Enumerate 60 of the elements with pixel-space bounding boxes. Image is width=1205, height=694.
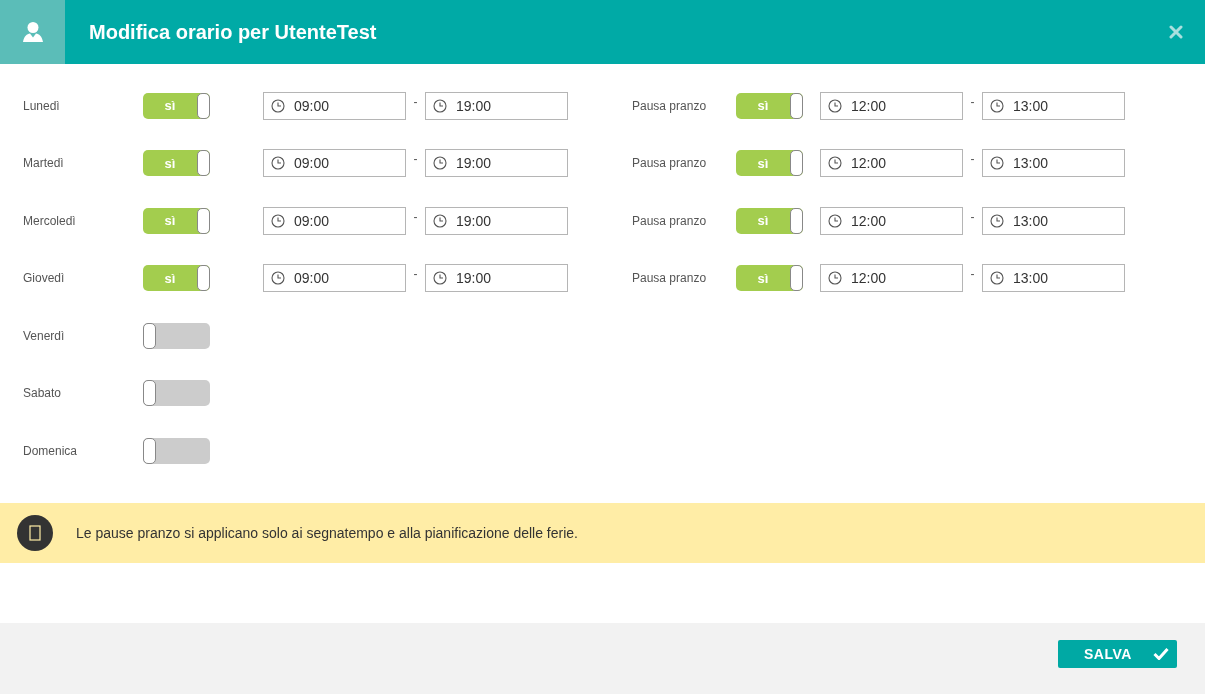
info-icon bbox=[17, 514, 53, 551]
time-field[interactable]: 13:00 bbox=[982, 149, 1125, 178]
dash-separator: - bbox=[969, 209, 976, 224]
clock-icon bbox=[271, 98, 285, 113]
dash-separator: - bbox=[412, 209, 419, 224]
lunch-break-label: Pausa pranzo bbox=[632, 213, 708, 228]
toggle-switch[interactable] bbox=[143, 437, 210, 464]
time-field[interactable]: 12:00 bbox=[820, 91, 963, 120]
dash-separator: - bbox=[969, 152, 976, 167]
toggle-switch[interactable] bbox=[143, 380, 210, 407]
time-field[interactable]: 13:00 bbox=[982, 264, 1125, 293]
clock-icon bbox=[433, 98, 447, 113]
close-icon[interactable] bbox=[1169, 25, 1183, 39]
clock-icon bbox=[433, 271, 447, 286]
clock-icon bbox=[828, 98, 842, 113]
clock-icon bbox=[828, 213, 842, 228]
clock-icon bbox=[990, 213, 1004, 228]
clock-icon bbox=[433, 213, 447, 228]
clock-icon bbox=[828, 156, 842, 171]
clock-icon bbox=[271, 156, 285, 171]
dash-separator: - bbox=[412, 152, 419, 167]
day-label: Martedì bbox=[23, 156, 65, 171]
clock-icon bbox=[433, 156, 447, 171]
user-icon bbox=[21, 21, 44, 43]
dash-separator: - bbox=[412, 267, 419, 282]
day-label: Lunedì bbox=[23, 98, 61, 113]
day-label: Giovedì bbox=[23, 271, 66, 286]
clock-icon bbox=[990, 271, 1004, 286]
dash-separator: - bbox=[969, 94, 976, 109]
time-field[interactable]: 09:00 bbox=[263, 149, 406, 178]
time-field[interactable]: 09:00 bbox=[263, 264, 406, 293]
dash-separator: - bbox=[969, 267, 976, 282]
clock-icon bbox=[271, 271, 285, 286]
clock-icon bbox=[271, 213, 285, 228]
lunch-break-label: Pausa pranzo bbox=[632, 271, 708, 286]
time-field[interactable]: 12:00 bbox=[820, 264, 963, 293]
day-label: Venerdì bbox=[23, 328, 66, 343]
lunch-break-label: Pausa pranzo bbox=[632, 156, 708, 171]
clock-icon bbox=[990, 156, 1004, 171]
time-field[interactable]: 09:00 bbox=[263, 91, 406, 120]
check-icon bbox=[1153, 647, 1169, 660]
time-field[interactable]: 19:00 bbox=[425, 91, 568, 120]
day-label: Domenica bbox=[23, 443, 79, 458]
time-field[interactable]: 13:00 bbox=[982, 206, 1125, 235]
toggle-switch[interactable] bbox=[143, 322, 210, 349]
day-label: Sabato bbox=[23, 386, 63, 401]
time-field[interactable]: 19:00 bbox=[425, 264, 568, 293]
time-field[interactable]: 19:00 bbox=[425, 206, 568, 235]
notice-text: Le pause pranzo si applicano solo ai segnatempo e alla pianificazione delle ferie. bbox=[76, 524, 578, 541]
dialog-title: Modifica orario per UtenteTest bbox=[89, 20, 378, 44]
lunch-break-label: Pausa pranzo bbox=[632, 98, 708, 113]
time-field[interactable]: 09:00 bbox=[263, 206, 406, 235]
dash-separator: - bbox=[412, 94, 419, 109]
time-field[interactable]: 13:00 bbox=[982, 91, 1125, 120]
time-field[interactable]: 12:00 bbox=[820, 149, 963, 178]
time-field[interactable]: 19:00 bbox=[425, 149, 568, 178]
clock-icon bbox=[828, 271, 842, 286]
time-field[interactable]: 12:00 bbox=[820, 206, 963, 235]
day-label: Mercoledì bbox=[23, 213, 77, 228]
clock-icon bbox=[990, 98, 1004, 113]
